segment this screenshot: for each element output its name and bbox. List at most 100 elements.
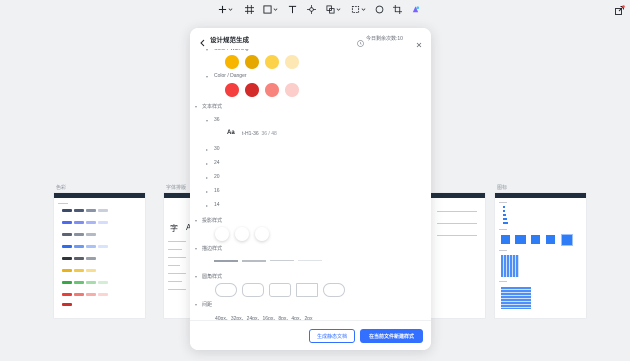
generate-static-doc-button[interactable]: 生成静态文档	[309, 329, 355, 343]
close-icon[interactable]	[416, 35, 422, 48]
text-size-30[interactable]: 30	[214, 146, 220, 152]
frame-label-color: 色彩	[56, 185, 67, 191]
icon-dot	[503, 218, 507, 220]
color-swatch	[86, 245, 96, 248]
icons-frame[interactable]	[495, 193, 586, 318]
crop-tool[interactable]	[392, 3, 402, 15]
row-caption	[499, 202, 507, 203]
radius-sample-5[interactable]	[323, 283, 345, 297]
text-size-36[interactable]: 36	[214, 117, 220, 123]
expand-caret[interactable]: ▸	[206, 147, 208, 152]
color-frame[interactable]	[54, 193, 145, 318]
collapse-caret[interactable]: ▾	[195, 104, 197, 109]
shadow-sample-1[interactable]	[215, 227, 229, 241]
text-tool[interactable]	[287, 3, 297, 15]
create-styles-in-file-button[interactable]: 在当前文件新建样式	[360, 329, 423, 343]
expand-caret[interactable]: ▸	[206, 203, 208, 208]
border-sample-4[interactable]	[298, 260, 322, 261]
text-size-24[interactable]: 24	[214, 160, 220, 166]
pen-tool[interactable]	[306, 3, 316, 15]
frame-icon	[244, 4, 254, 14]
share-button[interactable]	[614, 3, 625, 15]
color-swatch	[86, 257, 96, 260]
comment-tool[interactable]	[374, 3, 384, 15]
color-swatch	[74, 269, 84, 272]
color-swatch-danger-3[interactable]	[265, 83, 279, 97]
color-swatch	[98, 209, 108, 212]
row-caption	[499, 250, 507, 251]
quota-text: 今日剩余次数:10	[366, 36, 403, 42]
effect-line	[437, 223, 477, 224]
color-swatch	[74, 221, 84, 224]
effects-frame[interactable]	[431, 193, 485, 318]
pen-icon	[306, 4, 316, 14]
crop-icon	[392, 4, 402, 14]
collapse-caret[interactable]: ▾	[206, 118, 208, 123]
text-line	[168, 281, 182, 282]
color-swatch-warning-1[interactable]	[225, 55, 239, 69]
dialog-footer: 生成静态文档 在当前文件新建样式	[190, 320, 431, 350]
dialog-title: 设计规范生成	[210, 37, 249, 44]
shapes-tool[interactable]	[325, 3, 341, 15]
frame-header-bar	[431, 193, 485, 198]
text-size-14[interactable]: 14	[214, 202, 220, 208]
frame-tool[interactable]	[244, 3, 254, 15]
color-swatch	[62, 221, 72, 224]
ai-tool[interactable]	[410, 3, 420, 15]
text-line	[168, 265, 180, 266]
border-sample-2[interactable]	[242, 260, 266, 262]
collapse-caret[interactable]: ▾	[195, 274, 197, 279]
color-swatch	[74, 257, 84, 260]
text-sample-meta: t-H1-36 36 / 48	[242, 131, 277, 137]
chevron-down-icon	[336, 7, 341, 12]
color-swatch	[98, 281, 108, 284]
color-swatch-warning-2[interactable]	[245, 55, 259, 69]
rectangle-tool[interactable]	[262, 3, 278, 15]
radius-sample-2[interactable]	[242, 283, 264, 297]
collapse-caret[interactable]: ▾	[195, 246, 197, 251]
add-tool[interactable]	[217, 3, 233, 15]
icon-tile	[515, 235, 526, 244]
typography-sample: 字	[170, 224, 178, 233]
top-toolbar	[0, 0, 630, 18]
section-shadow-style-label: 投影样式	[202, 218, 223, 224]
text-size-20[interactable]: 20	[214, 174, 220, 180]
collapse-caret[interactable]: ▾	[206, 74, 208, 79]
color-swatch-warning-4[interactable]	[285, 55, 299, 69]
shapes-icon	[325, 4, 335, 14]
effect-line	[437, 235, 477, 236]
color-swatch	[74, 293, 84, 296]
text-size-16[interactable]: 16	[214, 188, 220, 194]
text-line	[168, 289, 186, 290]
icon-tile	[546, 235, 555, 244]
back-icon[interactable]	[199, 34, 206, 47]
color-swatch	[98, 293, 108, 296]
comment-icon	[374, 4, 384, 14]
expand-caret[interactable]: ▸	[206, 161, 208, 166]
crop-frame-tool[interactable]	[350, 3, 366, 15]
color-swatch-warning-3[interactable]	[265, 55, 279, 69]
icon-tile	[501, 235, 510, 244]
chevron-down-icon	[361, 7, 366, 12]
text-style-name: t-H1-36	[242, 131, 259, 137]
section-radius-style-label: 圆角样式	[202, 274, 223, 280]
expand-caret[interactable]: ▸	[206, 175, 208, 180]
collapse-caret[interactable]: ▾	[195, 302, 197, 307]
color-swatch	[62, 233, 72, 236]
effect-line	[437, 211, 477, 212]
border-sample-1[interactable]	[214, 260, 238, 262]
radius-sample-4[interactable]	[296, 283, 318, 297]
text-sample-aa: Aa	[227, 130, 235, 136]
shadow-sample-2[interactable]	[235, 227, 249, 241]
color-swatch-danger-4[interactable]	[285, 83, 299, 97]
section-spacing-label: 间距	[202, 302, 213, 308]
border-sample-3[interactable]	[270, 260, 294, 261]
expand-caret[interactable]: ▸	[206, 189, 208, 194]
collapse-caret[interactable]: ▾	[195, 218, 197, 223]
radius-sample-1[interactable]	[215, 283, 237, 297]
color-swatch-danger-1[interactable]	[225, 83, 239, 97]
radius-sample-3[interactable]	[269, 283, 291, 297]
icon-dot	[503, 222, 508, 224]
shadow-sample-3[interactable]	[255, 227, 269, 241]
color-swatch-danger-2[interactable]	[245, 83, 259, 97]
